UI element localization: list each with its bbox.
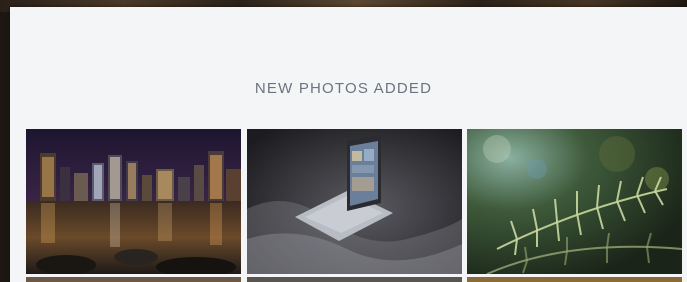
page: NEW PHOTOS ADDED (0, 0, 687, 282)
photo-city-skyline[interactable] (26, 129, 241, 274)
photo-row2-3[interactable] (467, 277, 682, 282)
photo-fern[interactable] (467, 129, 682, 274)
section-title: NEW PHOTOS ADDED (254, 80, 433, 97)
photo-laptop-on-bed[interactable] (247, 129, 462, 274)
photo-row2-2[interactable] (247, 277, 462, 282)
fern-image (467, 129, 682, 274)
city-skyline-image (26, 129, 241, 274)
photo-row2-1[interactable] (26, 277, 241, 282)
laptop-image (247, 129, 462, 274)
